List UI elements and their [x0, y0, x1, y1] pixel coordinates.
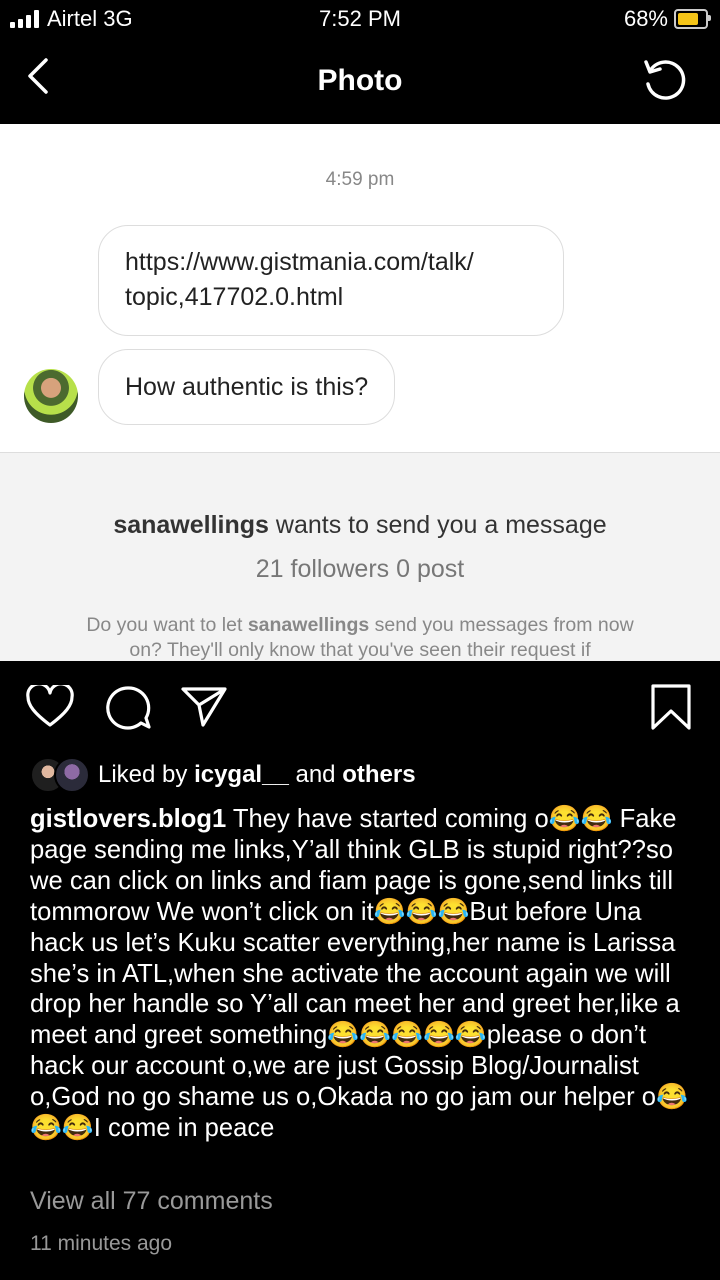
request-username: sanawellings: [113, 511, 269, 539]
battery-percent: 68%: [623, 6, 668, 31]
bookmark-icon[interactable]: [650, 683, 692, 731]
request-prompt-start: Do you want to let: [86, 614, 248, 636]
message-bubble-link: https://www.gistmania.com/talk/ topic,41…: [98, 225, 564, 336]
likes-prefix: Liked by: [98, 761, 195, 788]
request-stats: 21 followers 0 post: [255, 555, 465, 583]
caption-text: They have started coming o😂😂 Fake page s…: [30, 805, 688, 1143]
request-heading-text: wants to send you a message: [268, 511, 607, 539]
status-right: 68%: [623, 6, 711, 32]
likes-row[interactable]: Liked by icygal__ and others: [30, 757, 416, 793]
status-time: 7:52 PM: [319, 6, 401, 31]
heart-icon[interactable]: [26, 685, 74, 729]
request-heading: sanawellings wants to send you a message: [0, 511, 720, 540]
post-time-ago: 11 minutes ago: [30, 1232, 173, 1255]
request-prompt: Do you want to let sanawellings send you…: [70, 613, 650, 661]
post-caption: gistlovers.blog1 They have started comin…: [30, 804, 696, 1144]
message-timestamp: 4:59 pm: [325, 169, 395, 190]
battery-icon: [674, 9, 711, 29]
message-link-line-1: https://www.gistmania.com/talk/: [125, 248, 474, 276]
liker-avatars: [30, 757, 90, 793]
sender-avatar: [24, 369, 78, 423]
likes-others[interactable]: others: [342, 761, 415, 788]
message-request-panel: sanawellings wants to send you a message…: [0, 452, 720, 661]
likes-text: Liked by icygal__ and others: [98, 761, 416, 789]
likes-user[interactable]: icygal__: [194, 761, 289, 788]
nav-bar: Photo: [0, 38, 720, 124]
likes-mid: and: [288, 761, 343, 788]
status-bar: Airtel 3G 7:52 PM 68%: [0, 0, 720, 38]
message-bubble-question: How authentic is this?: [98, 349, 396, 425]
liker-avatar: [54, 757, 90, 793]
page-title: Photo: [317, 64, 403, 97]
message-link-line-2: topic,417702.0.html: [125, 283, 344, 311]
share-icon[interactable]: [180, 685, 228, 729]
caption-username[interactable]: gistlovers.blog1: [30, 805, 226, 833]
post-photo[interactable]: 4:59 pm https://www.gistmania.com/talk/ …: [0, 124, 720, 661]
comment-icon[interactable]: [104, 685, 152, 731]
view-comments-link[interactable]: View all 77 comments: [30, 1187, 273, 1216]
post-actions: [0, 683, 720, 733]
rotate-icon[interactable]: [640, 56, 690, 106]
request-prompt-user: sanawellings: [247, 614, 370, 636]
